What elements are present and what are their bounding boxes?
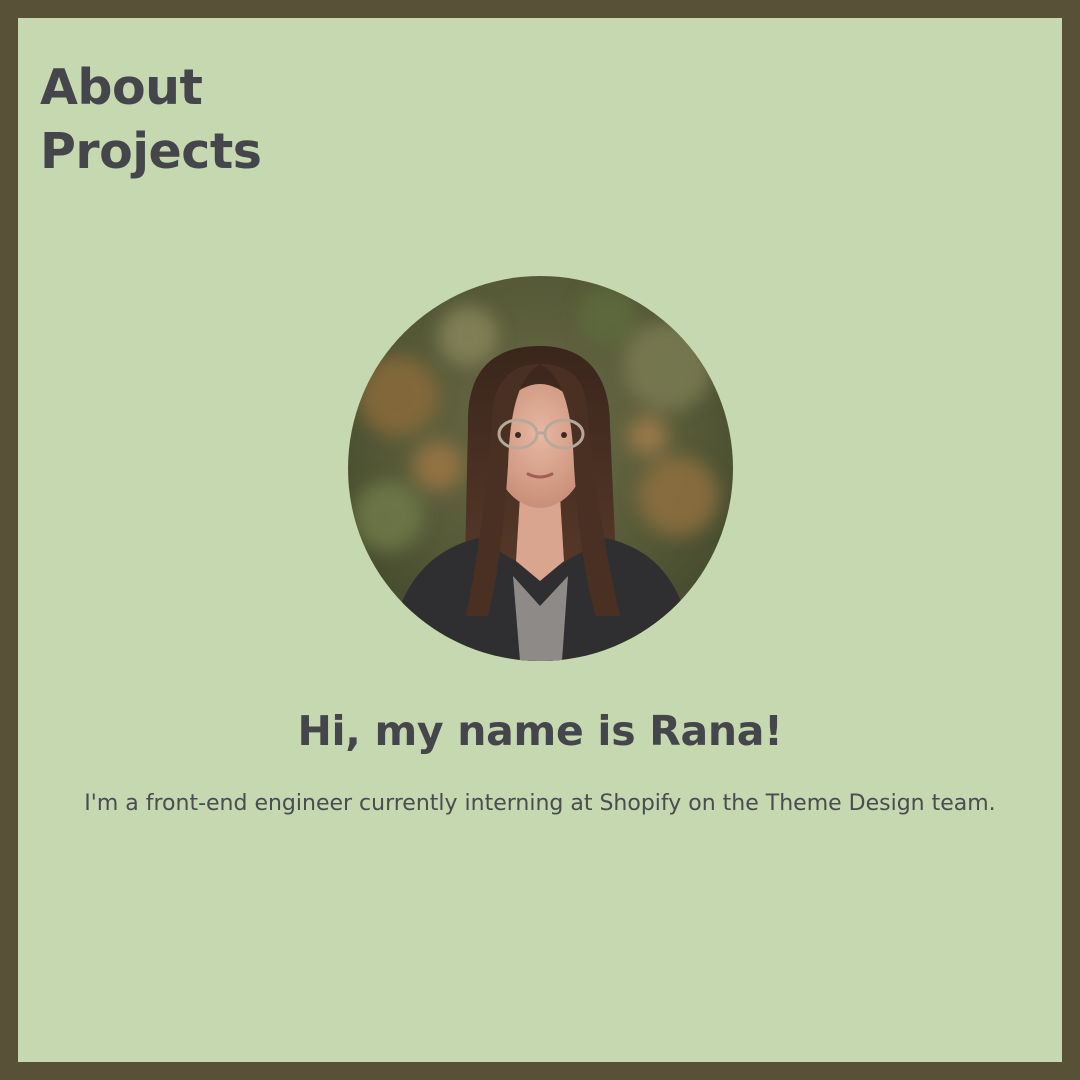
site-nav: About Projects xyxy=(40,56,262,184)
greeting-heading: Hi, my name is Rana! xyxy=(297,707,783,755)
intro-text: I'm a front-end engineer currently inter… xyxy=(84,791,996,816)
profile-photo xyxy=(348,276,733,661)
nav-link-projects[interactable]: Projects xyxy=(40,120,262,184)
nav-link-about[interactable]: About xyxy=(40,56,261,120)
portrait-illustration xyxy=(348,276,733,661)
page-frame: About Projects Hi, my name is Rana! I'm … xyxy=(18,18,1062,1062)
